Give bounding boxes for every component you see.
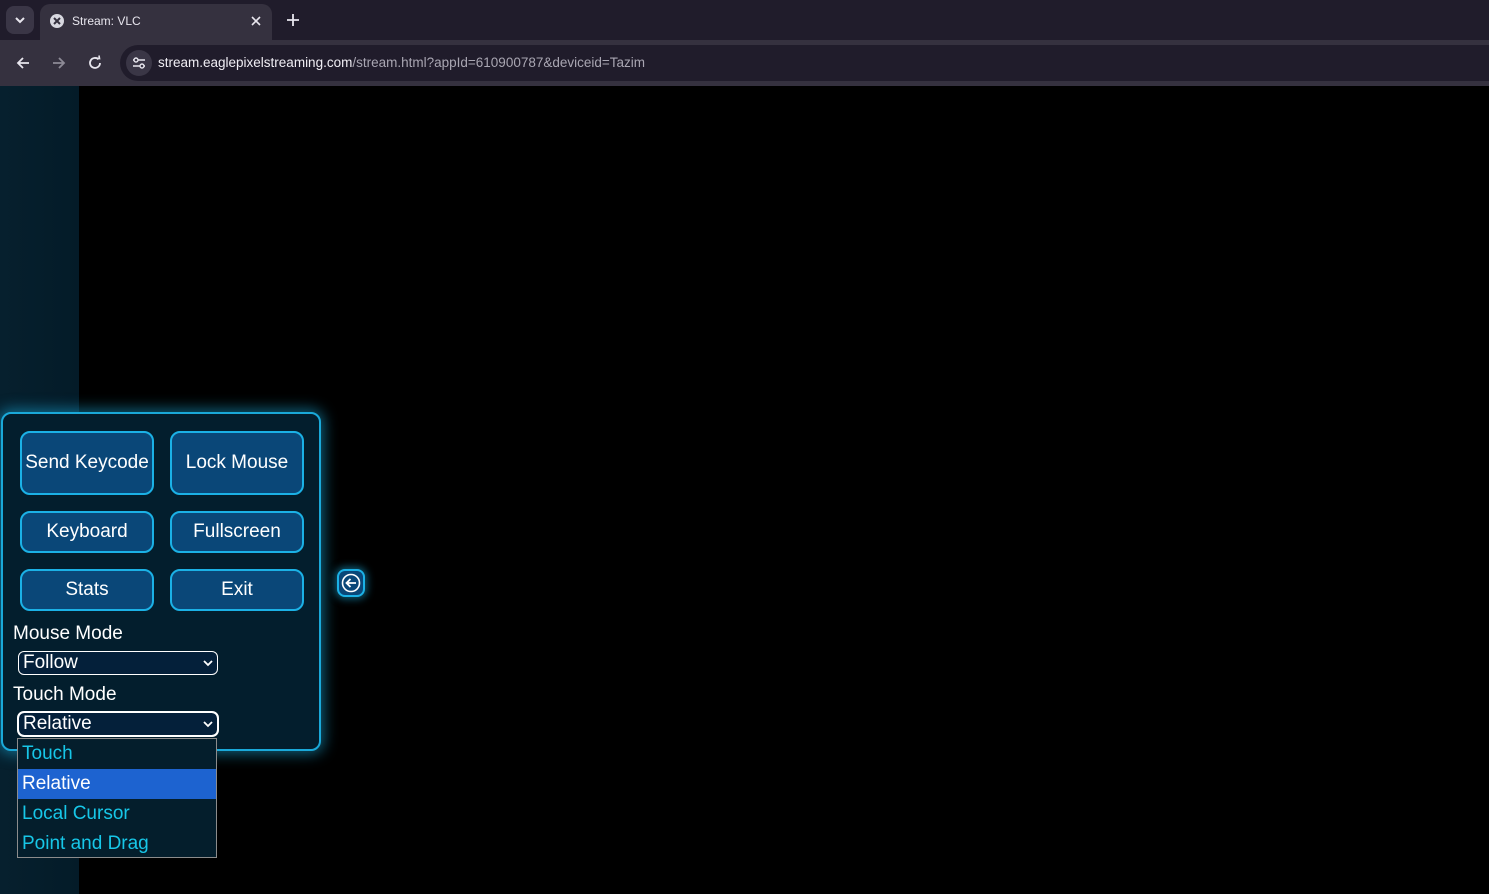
touch-mode-dropdown: Touch Relative Local Cursor Point and Dr… (17, 738, 217, 858)
reload-icon (89, 55, 101, 69)
url-text: stream.eaglepixelstreaming.com/stream.ht… (158, 55, 645, 70)
touch-mode-label: Touch Mode (13, 684, 117, 705)
browser-tab-bar: Stream: VLC (0, 0, 1489, 40)
vlc-favicon-icon (50, 14, 64, 28)
new-tab-button[interactable] (281, 8, 305, 32)
touch-mode-value: Relative (23, 713, 92, 734)
dropdown-option-relative[interactable]: Relative (18, 769, 216, 799)
arrow-right-icon (53, 57, 66, 69)
chevron-down-icon (15, 17, 25, 24)
touch-mode-select[interactable]: Relative (17, 711, 219, 737)
stream-viewport[interactable]: Send Keycode Lock Mouse Keyboard Fullscr… (0, 86, 1489, 894)
dropdown-option-point-and-drag[interactable]: Point and Drag (18, 829, 216, 859)
tune-icon (133, 57, 145, 69)
mouse-mode-value: Follow (23, 652, 78, 673)
collapse-panel-button[interactable] (337, 569, 365, 597)
browser-tab[interactable]: Stream: VLC (40, 4, 272, 40)
arrow-left-icon (16, 57, 29, 69)
fullscreen-button[interactable]: Fullscreen (170, 511, 304, 553)
control-panel: Send Keycode Lock Mouse Keyboard Fullscr… (1, 412, 321, 751)
plus-icon (287, 14, 299, 26)
chevron-down-icon (203, 721, 213, 728)
mouse-mode-label: Mouse Mode (13, 623, 123, 644)
chevron-down-icon (203, 660, 213, 667)
keyboard-button[interactable]: Keyboard (20, 511, 154, 553)
forward-button[interactable] (46, 50, 72, 76)
address-bar[interactable]: stream.eaglepixelstreaming.com/stream.ht… (120, 45, 1489, 81)
reload-button[interactable] (82, 50, 108, 76)
dropdown-option-local-cursor[interactable]: Local Cursor (18, 799, 216, 829)
close-icon[interactable] (248, 13, 264, 29)
site-info-button[interactable] (126, 50, 152, 76)
tab-title: Stream: VLC (72, 14, 141, 28)
url-path: /stream.html?appId=610900787&deviceid=Ta… (352, 55, 646, 70)
mouse-mode-select[interactable]: Follow (18, 651, 218, 675)
send-keycode-button[interactable]: Send Keycode (20, 431, 154, 495)
exit-button[interactable]: Exit (170, 569, 304, 611)
stats-button[interactable]: Stats (20, 569, 154, 611)
browser-toolbar: stream.eaglepixelstreaming.com/stream.ht… (0, 40, 1489, 86)
url-host: stream.eaglepixelstreaming.com (158, 55, 353, 70)
lock-mouse-button[interactable]: Lock Mouse (170, 431, 304, 495)
back-button[interactable] (10, 50, 36, 76)
dropdown-option-touch[interactable]: Touch (18, 739, 216, 769)
arrow-left-circle-icon (341, 573, 361, 593)
tab-list-button[interactable] (6, 6, 34, 34)
